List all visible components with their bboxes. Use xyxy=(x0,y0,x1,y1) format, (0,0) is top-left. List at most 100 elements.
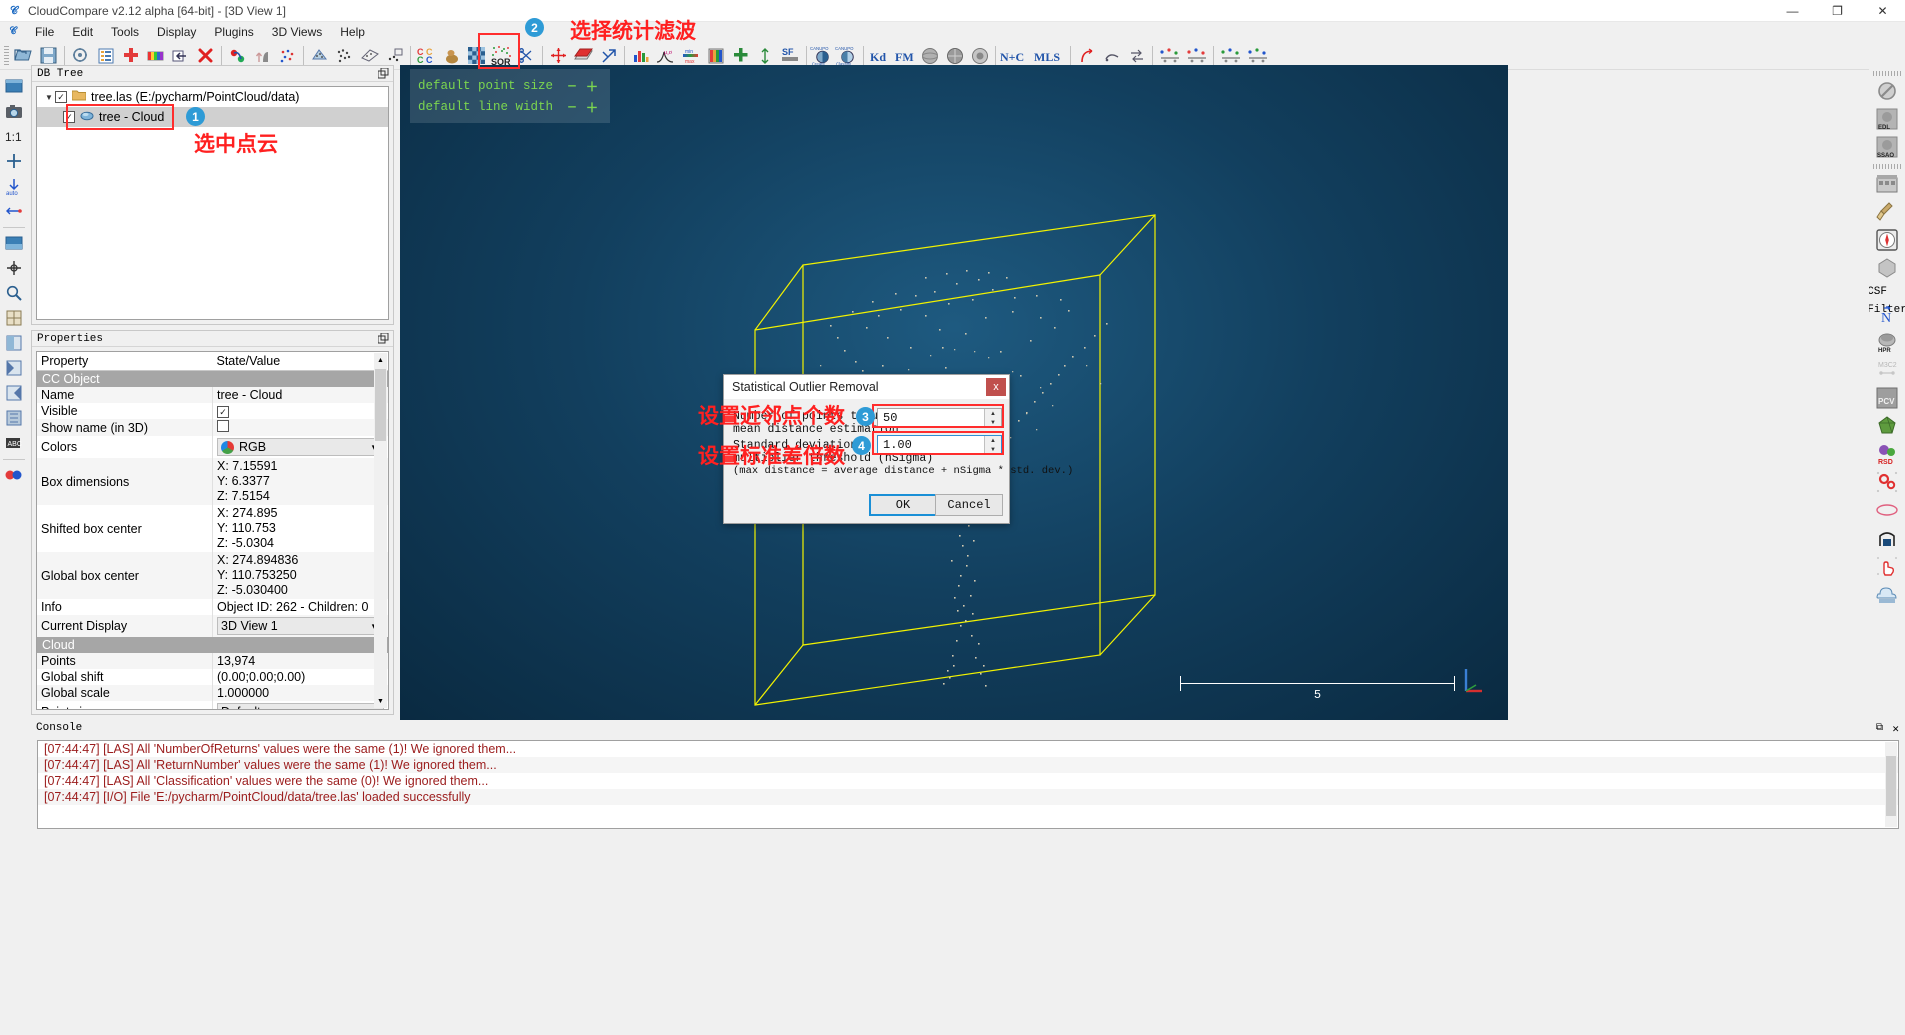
stddev-spinbox[interactable]: 1.00 ▲ ▼ xyxy=(877,435,1002,455)
visible-checkbox[interactable]: ✓ xyxy=(217,406,229,418)
row-value-colors[interactable]: RGB ▼ xyxy=(213,436,389,458)
menu-app-icon: 𝒞 xyxy=(9,26,17,37)
row-value-point-size[interactable]: Default ▼ xyxy=(213,701,389,709)
db-tree-list[interactable]: ▼ ✓ tree.las (E:/pycharm/PointCloud/data… xyxy=(36,86,389,320)
stddev-value[interactable]: 1.00 xyxy=(878,438,984,452)
properties-scrollbar[interactable]: ▲ ▼ xyxy=(374,353,387,708)
menu-item-plugins[interactable]: Plugins xyxy=(205,23,262,41)
measure-button[interactable] xyxy=(2,306,26,330)
view-front-button[interactable] xyxy=(2,231,26,255)
menu-item-tools[interactable]: Tools xyxy=(102,23,148,41)
plugins-toolbar-grip[interactable] xyxy=(1873,71,1901,76)
stereo-button[interactable] xyxy=(2,463,26,487)
label-button[interactable]: ABC xyxy=(2,431,26,455)
ok-button[interactable]: OK xyxy=(869,494,937,516)
dialog-close-button[interactable]: x xyxy=(986,378,1006,396)
poisson-recon-button[interactable] xyxy=(1874,413,1900,439)
cloud-checkbox[interactable]: ✓ xyxy=(63,111,75,123)
properties-table-container[interactable]: Property State/Value CC Object Name tree… xyxy=(36,351,389,710)
menu-item-file[interactable]: File xyxy=(26,23,63,41)
properties-table: Property State/Value CC Object Name tree… xyxy=(37,352,389,709)
ssao-shader-button[interactable]: SSAO xyxy=(1874,134,1900,160)
point-pick-button[interactable] xyxy=(1874,553,1900,579)
properties-row-name: Name tree - Cloud xyxy=(37,386,388,403)
toolbar-grip[interactable] xyxy=(4,45,9,66)
snapshot-button[interactable] xyxy=(2,99,26,123)
pcv-button[interactable]: PCV xyxy=(1874,385,1900,411)
stddev-spin-up-icon[interactable]: ▲ xyxy=(985,436,1001,445)
m3c2-button[interactable]: M3C2 xyxy=(1874,357,1900,383)
neighbors-spinbox[interactable]: 50 ▲ ▼ xyxy=(877,408,1002,428)
file-checkbox[interactable]: ✓ xyxy=(55,91,67,103)
current-display-combo[interactable]: 3D View 1 ▼ xyxy=(217,617,384,635)
neighbors-spin-up-icon[interactable]: ▲ xyxy=(985,409,1001,418)
db-tree-node-cloud[interactable]: ✓ tree - Cloud xyxy=(37,107,388,127)
properties-scroll-thumb[interactable] xyxy=(375,369,386,441)
compass-button[interactable] xyxy=(1874,227,1900,253)
console-output[interactable]: [07:44:47] [LAS] All 'NumberOfReturns' v… xyxy=(37,740,1899,829)
expand-triangle-icon[interactable]: ▼ xyxy=(43,93,55,102)
scroll-down-icon[interactable]: ▼ xyxy=(374,694,387,708)
view-top-button[interactable] xyxy=(2,74,26,98)
view-left-button[interactable] xyxy=(2,356,26,380)
clipping-box-button[interactable] xyxy=(2,331,26,355)
close-icon[interactable]: ✕ xyxy=(1892,722,1899,736)
csf-filter-label[interactable]: CSF Filter xyxy=(1869,283,1905,316)
undock-icon[interactable] xyxy=(377,332,389,344)
show-name-checkbox[interactable] xyxy=(217,420,229,432)
pick-rotation-center-button[interactable] xyxy=(2,199,26,223)
zoom-global-button[interactable] xyxy=(2,149,26,173)
close-button[interactable]: ✕ xyxy=(1860,0,1905,22)
db-tree-node-file[interactable]: ▼ ✓ tree.las (E:/pycharm/PointCloud/data… xyxy=(37,87,388,107)
undock-icon[interactable] xyxy=(377,67,389,79)
maximize-button[interactable]: ❐ xyxy=(1815,0,1860,22)
neighbors-spinner-buttons[interactable]: ▲ ▼ xyxy=(984,409,1001,427)
broom-cleaner-button[interactable] xyxy=(1874,199,1900,225)
colors-combo[interactable]: RGB ▼ xyxy=(217,438,384,456)
window-title: CloudCompare v2.12 alpha [64-bit] - [3D … xyxy=(28,3,286,18)
sra-button[interactable] xyxy=(1874,525,1900,551)
pcl-tools-button[interactable] xyxy=(1874,469,1900,495)
row-value-points: 13,974 xyxy=(217,654,256,668)
hull-button[interactable] xyxy=(1874,255,1900,281)
ransac-sd-button[interactable] xyxy=(1874,497,1900,523)
auto-zoom-button[interactable]: auto xyxy=(2,174,26,198)
console-scrollbar[interactable] xyxy=(1885,742,1897,827)
menu-item-help[interactable]: Help xyxy=(331,23,374,41)
view-right-button[interactable] xyxy=(2,381,26,405)
minimize-button[interactable]: — xyxy=(1770,0,1815,22)
undock-icon[interactable]: ⧉ xyxy=(1876,722,1883,734)
svg-text:HPR: HPR xyxy=(1878,348,1891,354)
stddev-spinner-buttons[interactable]: ▲ ▼ xyxy=(984,436,1001,454)
row-value-current-display[interactable]: 3D View 1 ▼ xyxy=(213,615,389,637)
neighbors-spin-down-icon[interactable]: ▼ xyxy=(985,418,1001,427)
scroll-up-icon[interactable]: ▲ xyxy=(374,353,387,367)
row-key-global-box-center: Global box center xyxy=(37,552,213,599)
properties-row-colors: Colors RGB ▼ xyxy=(37,436,388,458)
console-scroll-thumb[interactable] xyxy=(1886,756,1896,816)
point-picking-button[interactable] xyxy=(2,256,26,280)
hpr-button[interactable]: HPR xyxy=(1874,329,1900,355)
disable-shader-button[interactable] xyxy=(1874,78,1900,104)
cloud-layers-button[interactable] xyxy=(1874,581,1900,607)
cancel-button[interactable]: Cancel xyxy=(935,494,1003,516)
edl-shader-button[interactable]: EDL xyxy=(1874,106,1900,132)
menu-item-edit[interactable]: Edit xyxy=(63,23,102,41)
rsd-button[interactable]: RSD xyxy=(1874,441,1900,467)
point-size-combo[interactable]: Default ▼ xyxy=(217,703,384,709)
menu-item-3d-views[interactable]: 3D Views xyxy=(263,23,331,41)
animation-button[interactable] xyxy=(1874,171,1900,197)
view-back-button[interactable] xyxy=(2,406,26,430)
zoom-button[interactable] xyxy=(2,281,26,305)
neighbors-value[interactable]: 50 xyxy=(878,411,984,425)
stddev-spin-down-icon[interactable]: ▼ xyxy=(985,445,1001,454)
plugins-toolbar-grip-2[interactable] xyxy=(1873,164,1901,169)
svg-text:1:1: 1:1 xyxy=(5,130,22,143)
menu-item-display[interactable]: Display xyxy=(148,23,205,41)
row-value-show-name[interactable] xyxy=(213,419,389,436)
row-value-visible[interactable]: ✓ xyxy=(213,403,389,420)
svg-text:μ,σ: μ,σ xyxy=(664,50,673,56)
zoom-1-1-button[interactable]: 1:1 xyxy=(2,124,26,148)
facets-normal-button[interactable]: N xyxy=(1874,301,1900,327)
properties-row-current-display: Current Display 3D View 1 ▼ xyxy=(37,615,388,637)
